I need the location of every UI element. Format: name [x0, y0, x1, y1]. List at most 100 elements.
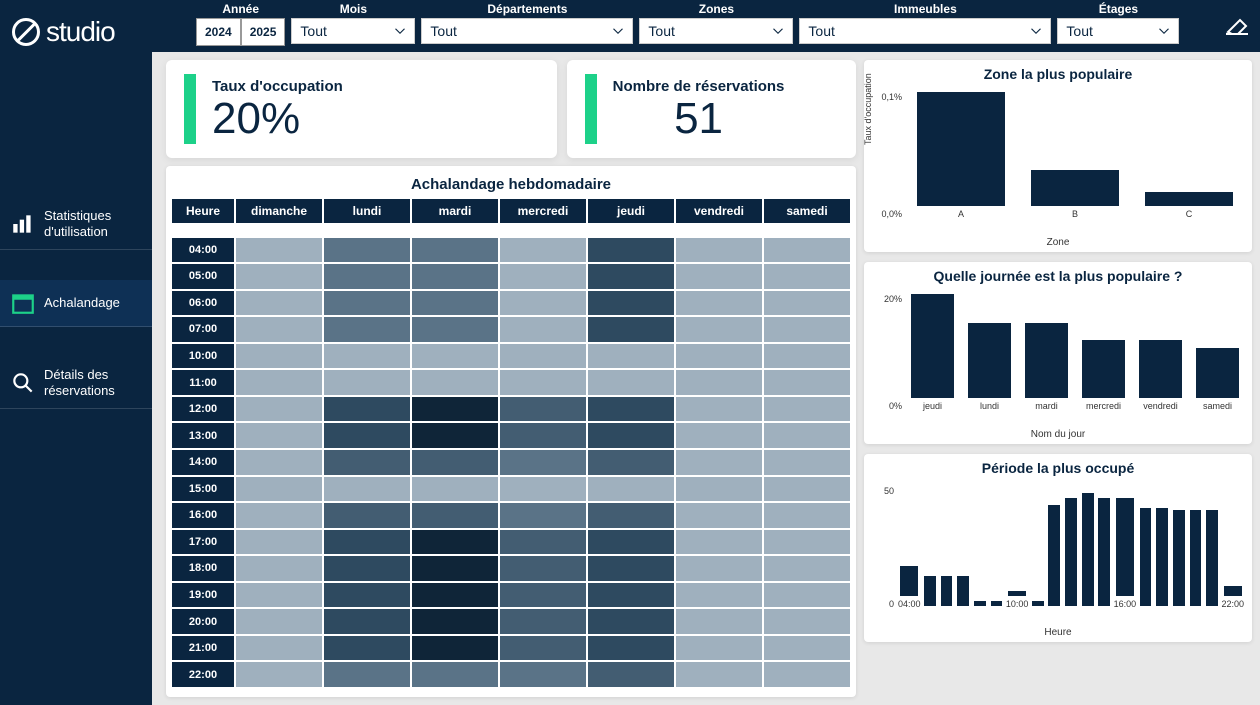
logo-icon: [12, 18, 40, 46]
heatmap-hour-label: 18:00: [172, 556, 234, 581]
bar: [1031, 170, 1119, 206]
heatmap-hour-label: 16:00: [172, 503, 234, 528]
bar-label: vendredi: [1143, 401, 1178, 411]
bar-label: 10:00: [1006, 599, 1029, 609]
bar-wrap: vendredi: [1134, 294, 1187, 411]
nav-item-1[interactable]: Achalandage: [0, 280, 152, 327]
heatmap-cell: [412, 397, 498, 422]
heatmap-hour-label: 10:00: [172, 344, 234, 369]
heatmap-cell: [324, 530, 410, 555]
filter-buildings: Immeubles Tout: [799, 2, 1051, 44]
heatmap-cell: [412, 317, 498, 342]
bar: [1190, 510, 1202, 606]
heatmap-cell: [588, 397, 674, 422]
heatmap-cell: [324, 423, 410, 448]
bar-wrap: [1030, 486, 1045, 609]
heatmap-cell: [500, 397, 586, 422]
heatmap-cell: [236, 317, 322, 342]
bar-wrap: 10:00: [1006, 486, 1029, 609]
heatmap-cell: [764, 344, 850, 369]
bar-wrap: [1188, 486, 1203, 609]
logo: studio: [0, 0, 152, 68]
heatmap-hour-label: 22:00: [172, 662, 234, 687]
heatmap-cell: [500, 344, 586, 369]
bar: [917, 92, 1005, 206]
heatmap-cell: [764, 397, 850, 422]
eraser-icon[interactable]: [1220, 8, 1252, 40]
heatmap-header-day: vendredi: [676, 199, 762, 223]
chevron-down-icon: [612, 25, 624, 37]
heatmap-cell: [588, 662, 674, 687]
floors-select[interactable]: Tout: [1057, 18, 1179, 44]
year-2025-button[interactable]: 2025: [241, 18, 286, 46]
chevron-down-icon: [394, 25, 406, 37]
heatmap-header-day: dimanche: [236, 199, 322, 223]
chart-day-xlabel: Nom du jour: [872, 427, 1244, 440]
heatmap-cell: [236, 238, 322, 263]
heatmap-cell: [324, 583, 410, 608]
heatmap-cell: [236, 662, 322, 687]
bar-wrap: [1155, 486, 1170, 609]
heatmap-cell: [588, 450, 674, 475]
bar-wrap: samedi: [1191, 294, 1244, 411]
bar: [1008, 591, 1026, 596]
nav-item-2[interactable]: Détails des réservations: [0, 357, 152, 409]
chevron-down-icon: [772, 25, 784, 37]
filter-year: Année 2024 2025: [196, 2, 285, 46]
y-tick: 0,1%: [872, 92, 902, 102]
heatmap-hour-label: 11:00: [172, 370, 234, 395]
heatmap-cell: [412, 609, 498, 634]
bar: [941, 576, 953, 606]
heatmap-cell: [324, 344, 410, 369]
heatmap-cell: [236, 370, 322, 395]
bar: [1065, 498, 1077, 606]
bar: [911, 294, 953, 398]
heatmap-cell: [676, 397, 762, 422]
dept-select[interactable]: Tout: [421, 18, 633, 44]
bar-label: B: [1072, 209, 1078, 219]
buildings-select[interactable]: Tout: [799, 18, 1051, 44]
heatmap-cell: [676, 530, 762, 555]
heatmap-cell: [500, 662, 586, 687]
heatmap-cell: [500, 636, 586, 661]
heatmap-cell: [764, 291, 850, 316]
kpi-occupancy-title: Taux d'occupation: [212, 78, 343, 95]
heatmap-cell: [676, 264, 762, 289]
month-select[interactable]: Tout: [291, 18, 415, 44]
magnify-icon: [10, 370, 36, 396]
heatmap-hour-label: 12:00: [172, 397, 234, 422]
heatmap-cell: [412, 503, 498, 528]
year-2024-button[interactable]: 2024: [196, 18, 241, 46]
barchart-icon: [10, 211, 36, 237]
heatmap-cell: [764, 423, 850, 448]
bar-wrap: [1047, 486, 1062, 609]
bar-wrap: mardi: [1020, 294, 1073, 411]
bar-label: 16:00: [1114, 599, 1137, 609]
kpi-reservations: Nombre de réservations 51: [567, 60, 856, 158]
heatmap-cell: [236, 609, 322, 634]
zones-select[interactable]: Tout: [639, 18, 793, 44]
bar: [1025, 323, 1067, 398]
bar: [974, 601, 986, 606]
heatmap-cell: [764, 450, 850, 475]
nav-item-label: Détails des réservations: [44, 367, 146, 398]
heatmap-hour-label: 15:00: [172, 477, 234, 502]
heatmap-cell: [764, 530, 850, 555]
kpi-accent-bar: [585, 74, 597, 144]
y-tick: 0,0%: [872, 209, 902, 219]
heatmap-cell: [412, 477, 498, 502]
heatmap-cell: [500, 477, 586, 502]
heatmap-cell: [500, 370, 586, 395]
bar-wrap: [939, 486, 954, 609]
nav-item-0[interactable]: Statistiques d'utilisation: [0, 198, 152, 250]
heatmap-cell: [324, 503, 410, 528]
heatmap-cell: [764, 370, 850, 395]
heatmap-cell: [500, 238, 586, 263]
sidebar: studio Statistiques d'utilisation Achalan…: [0, 0, 152, 705]
bar-wrap: [923, 486, 938, 609]
kpi-occupancy: Taux d'occupation 20%: [166, 60, 557, 158]
heatmap-cell: [500, 530, 586, 555]
heatmap-title: Achalandage hebdomadaire: [172, 172, 850, 199]
heatmap-hour-label: 14:00: [172, 450, 234, 475]
bar-wrap: 22:00: [1221, 486, 1244, 609]
